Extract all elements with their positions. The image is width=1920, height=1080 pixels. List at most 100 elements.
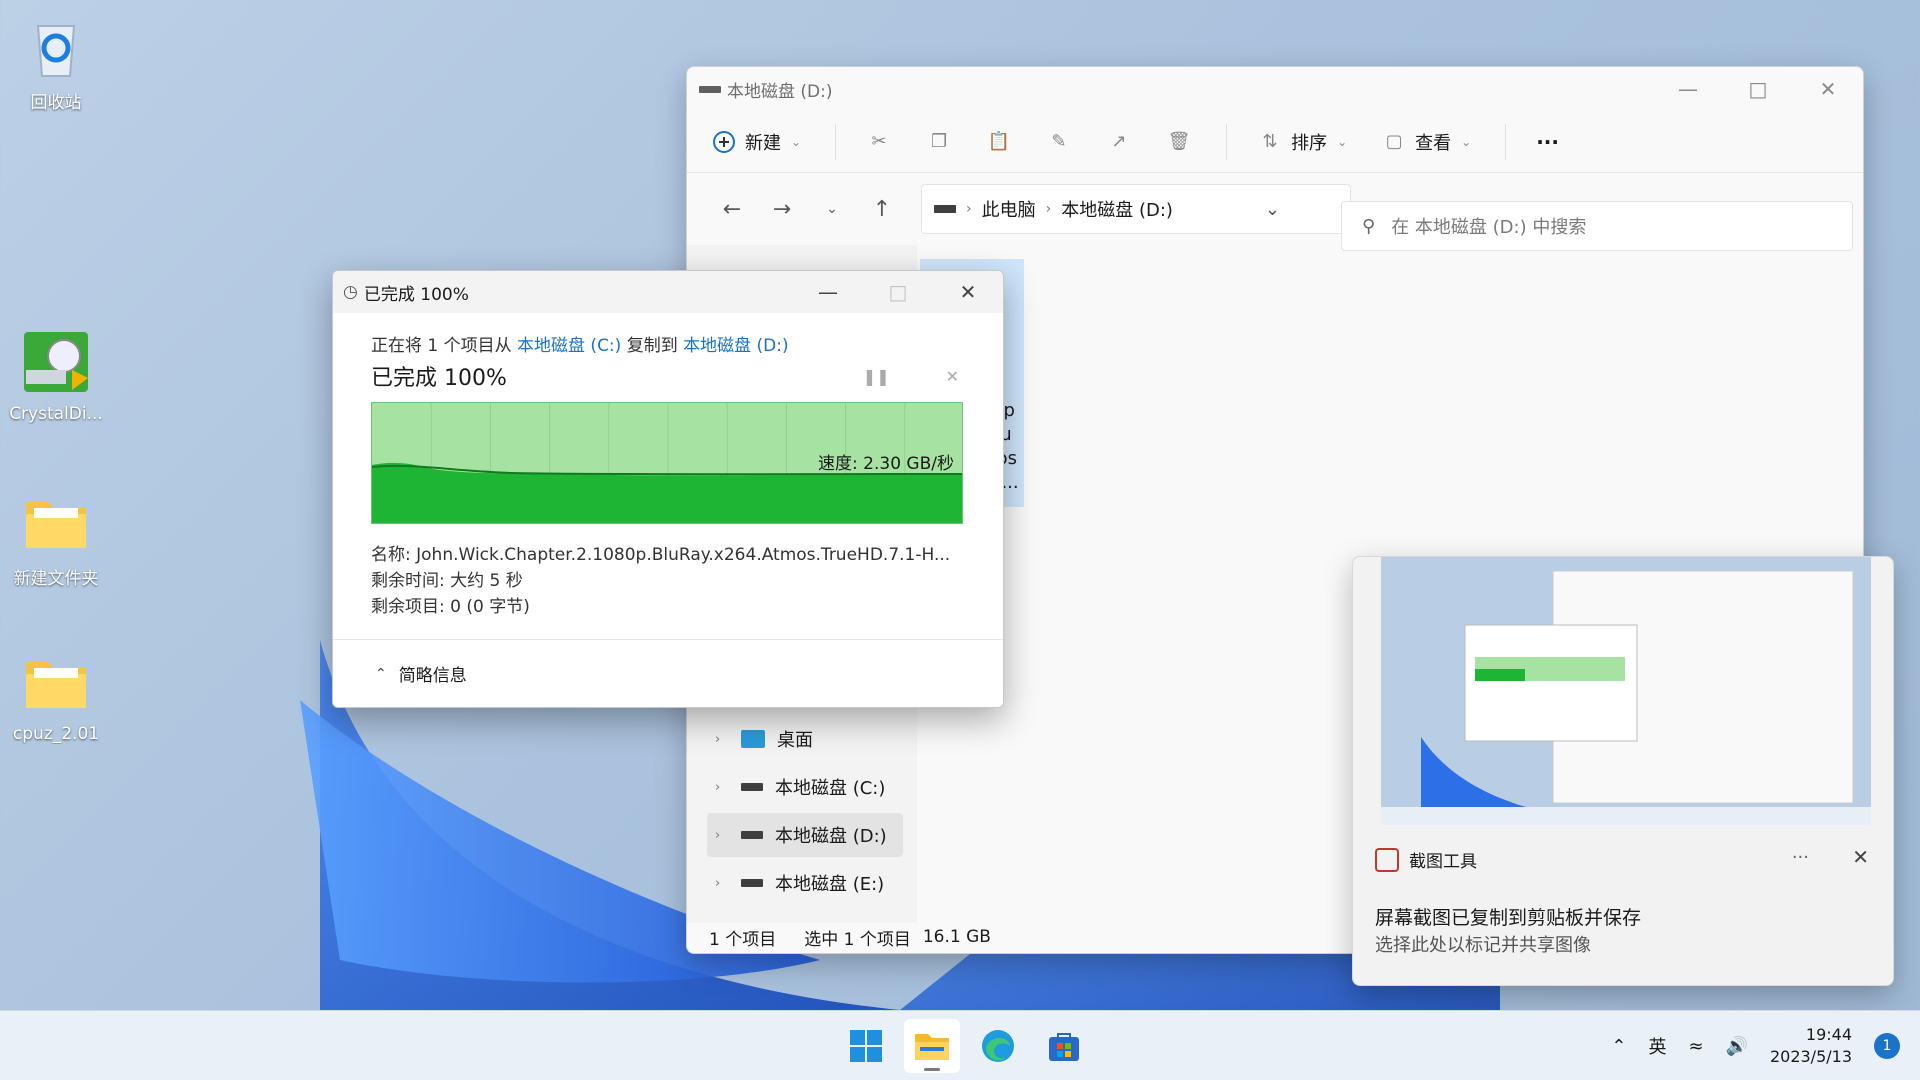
- chevron-down-icon: ⌄: [791, 134, 802, 149]
- notification-close-button[interactable]: ✕: [1852, 845, 1869, 869]
- chevron-right-icon: ›: [715, 875, 721, 891]
- desktop-icon-label: 新建文件夹: [13, 569, 99, 589]
- desktop-icon: [741, 730, 765, 748]
- snipping-notification[interactable]: 截图工具 ··· ✕ 屏幕截图已复制到剪贴板并保存 选择此处以标记并共享图像: [1352, 556, 1894, 986]
- window-controls: — □ ✕: [1653, 67, 1863, 111]
- close-button[interactable]: ✕: [1793, 67, 1863, 111]
- transfer-controls: ❚❚ ✕: [863, 367, 959, 386]
- plus-circle-icon: [711, 129, 737, 155]
- nav-item-drive-c[interactable]: › 本地磁盘 (C:): [707, 765, 903, 809]
- scissors-icon: ✂: [871, 131, 887, 152]
- trash-icon: 🗑: [1167, 131, 1191, 152]
- wifi-icon[interactable]: ≈: [1688, 1036, 1703, 1057]
- view-label: 查看: [1415, 132, 1452, 154]
- selected-size: 16.1 GB: [922, 927, 991, 947]
- snipping-tool-icon: [1375, 847, 1399, 872]
- close-button[interactable]: ✕: [933, 271, 1003, 313]
- new-label: 新建: [745, 132, 781, 154]
- sort-button[interactable]: ⇅ 排序 ⌄: [1257, 129, 1348, 155]
- edge-icon: [982, 1030, 1014, 1062]
- copy-button[interactable]: ❐: [926, 129, 952, 155]
- folder-icon: [20, 646, 92, 718]
- time-value: 大约 5 秒: [450, 571, 523, 591]
- screenshot-preview[interactable]: [1381, 557, 1871, 825]
- cancel-icon[interactable]: ✕: [946, 367, 959, 386]
- start-button[interactable]: [838, 1019, 894, 1073]
- copy-progress-dialog: ◷ 已完成 100% — □ ✕ 正在将 1 个项目从 本地磁盘 (C:) 复制…: [332, 270, 1004, 708]
- notification-app-name: 截图工具: [1409, 852, 1477, 872]
- taskbar-store[interactable]: [1036, 1019, 1092, 1073]
- recycle-bin-icon: [20, 10, 92, 82]
- desktop-icon-recycle-bin[interactable]: 回收站: [6, 10, 106, 113]
- search-placeholder: 在 本地磁盘 (D:) 中搜索: [1391, 217, 1587, 238]
- volume-icon[interactable]: 🔊: [1726, 1036, 1748, 1057]
- recent-locations-button[interactable]: ⌄: [807, 201, 857, 217]
- minimize-button[interactable]: —: [1653, 67, 1723, 111]
- delete-button[interactable]: 🗑: [1166, 129, 1192, 155]
- more-options-button[interactable]: ···: [1536, 130, 1559, 154]
- copy-icon: ❐: [930, 131, 948, 152]
- item-count: 1 个项目: [709, 929, 777, 950]
- view-icon: ▢: [1385, 131, 1403, 152]
- taskbar-file-explorer[interactable]: [904, 1019, 960, 1073]
- view-button[interactable]: ▢ 查看 ⌄: [1381, 129, 1472, 155]
- maximize-button: □: [888, 280, 908, 304]
- paste-button[interactable]: 📋: [986, 129, 1012, 155]
- chevron-up-icon: ⌃: [375, 665, 387, 682]
- notification-more-button[interactable]: ···: [1792, 847, 1809, 868]
- nav-item-desktop[interactable]: › 桌面: [707, 717, 903, 761]
- notification-badge[interactable]: 1: [1874, 1033, 1900, 1059]
- address-bar[interactable]: › 此电脑 › 本地磁盘 (D:) ⌄ ⟳: [921, 184, 1400, 234]
- share-button[interactable]: ↗: [1106, 129, 1132, 155]
- show-hidden-icons-button[interactable]: ⌃: [1611, 1036, 1626, 1057]
- minimize-button[interactable]: —: [793, 271, 863, 313]
- input-language[interactable]: 英: [1648, 1033, 1666, 1059]
- window-title: 本地磁盘 (D:): [727, 81, 833, 102]
- share-icon: ↗: [1111, 131, 1127, 152]
- forward-button[interactable]: →: [757, 197, 807, 222]
- chevron-right-icon: ›: [1045, 201, 1052, 217]
- desktop-icon-cpuz[interactable]: cpuz_2.01: [6, 646, 106, 744]
- nav-item-label: 本地磁盘 (C:): [775, 778, 886, 799]
- desktop-icon-crystaldisk[interactable]: CrystalDi...: [6, 326, 106, 424]
- dialog-title: 已完成 100%: [363, 284, 469, 305]
- source-link[interactable]: 本地磁盘 (C:): [517, 336, 621, 356]
- rename-button[interactable]: ✎: [1046, 129, 1072, 155]
- drive-icon: [934, 205, 956, 213]
- chevron-down-icon: ⌄: [1337, 134, 1348, 149]
- destination-link[interactable]: 本地磁盘 (D:): [683, 336, 789, 356]
- time-label: 剩余时间:: [371, 571, 445, 591]
- pause-icon[interactable]: ❚❚: [863, 367, 890, 386]
- address-dropdown-icon[interactable]: ⌄: [1265, 199, 1280, 220]
- preview-thumbnail: [1381, 557, 1871, 825]
- command-bar: 新建 ⌄ ✂ ❐ 📋 ✎ ↗ 🗑 ⇅ 排序 ⌄ ▢ 查看 ⌄ ···: [687, 111, 1863, 173]
- new-button[interactable]: 新建 ⌄: [711, 129, 801, 155]
- maximize-button[interactable]: □: [1723, 67, 1793, 111]
- clock-icon: ◷: [343, 282, 358, 302]
- back-button[interactable]: ←: [707, 197, 757, 222]
- chevron-right-icon: ›: [715, 779, 721, 795]
- up-button[interactable]: ↑: [857, 197, 907, 222]
- cut-button[interactable]: ✂: [866, 129, 892, 155]
- rename-icon: ✎: [1051, 131, 1067, 152]
- items-label: 剩余项目:: [371, 597, 445, 617]
- chevron-right-icon: ›: [715, 731, 721, 747]
- taskbar-edge[interactable]: [970, 1019, 1026, 1073]
- desktop-icon-new-folder[interactable]: 新建文件夹: [6, 486, 106, 589]
- clock-date: 2023/5/13: [1769, 1047, 1852, 1066]
- store-icon: [1049, 1033, 1079, 1061]
- transfer-speed: 速度: 2.30 GB/秒: [818, 454, 954, 474]
- toolbar-divider: [1226, 123, 1228, 160]
- breadcrumb-drive[interactable]: 本地磁盘 (D:): [1061, 196, 1173, 222]
- nav-item-drive-d[interactable]: › 本地磁盘 (D:): [707, 813, 903, 857]
- breadcrumb-pc[interactable]: 此电脑: [982, 196, 1036, 222]
- clock[interactable]: 19:44 2023/5/13: [1770, 1024, 1852, 1068]
- selected-count: 选中 1 个项目: [804, 929, 911, 950]
- nav-item-label: 本地磁盘 (E:): [775, 874, 885, 895]
- search-input[interactable]: ⚲ 在 本地磁盘 (D:) 中搜索: [1341, 201, 1853, 251]
- less-details-toggle[interactable]: ⌃ 简略信息: [333, 639, 1003, 707]
- detail-row-items: 剩余项目: 0 (0 字节): [371, 594, 965, 620]
- copy-mid: 复制到: [621, 336, 684, 356]
- nav-item-drive-e[interactable]: › 本地磁盘 (E:): [707, 861, 903, 905]
- items-value: 0 (0 字节): [450, 597, 530, 617]
